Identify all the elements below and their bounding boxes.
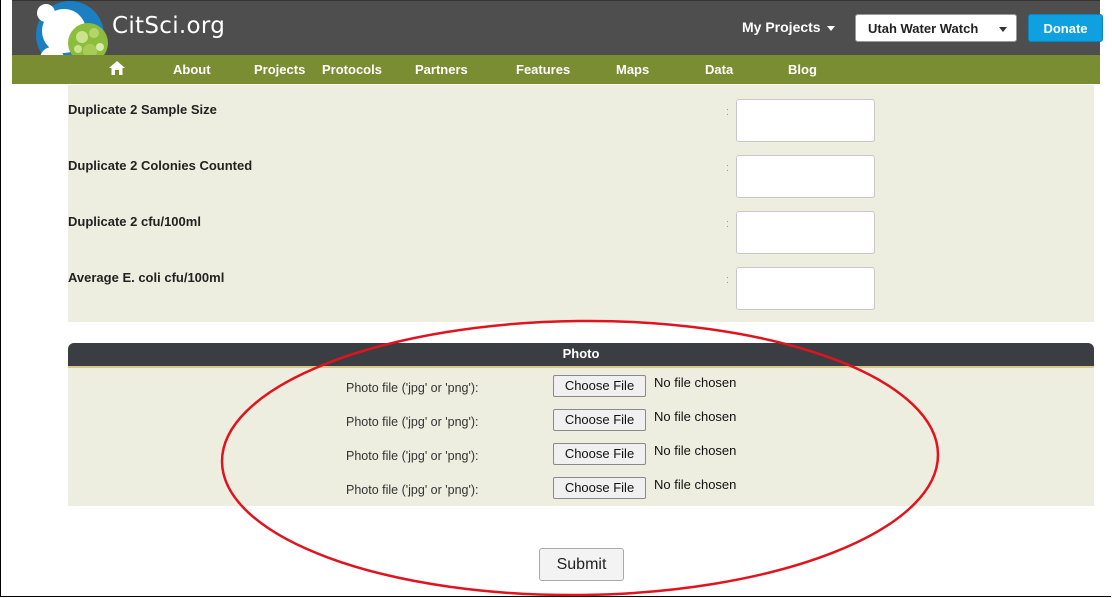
my-projects-label: My Projects: [742, 19, 821, 35]
file-status: No file chosen: [654, 477, 737, 492]
nav-item-features[interactable]: Features: [516, 62, 570, 77]
field-label-duplicate-2-colonies-counted: Duplicate 2 Colonies Counted: [68, 158, 253, 173]
donate-button[interactable]: Donate: [1028, 14, 1103, 42]
photo-file-label: Photo file ('jpg' or 'png'):: [346, 483, 479, 497]
chevron-down-icon: [826, 25, 835, 31]
choose-file-button[interactable]: Choose File: [553, 409, 646, 431]
duplicate-2-sample-size-input[interactable]: [736, 99, 875, 142]
photo-file-label: Photo file ('jpg' or 'png'):: [346, 381, 479, 395]
nav-item-about[interactable]: About: [173, 62, 211, 77]
photo-file-label: Photo file ('jpg' or 'png'):: [346, 449, 479, 463]
project-select-value: Utah Water Watch: [868, 21, 979, 36]
nav-item-maps[interactable]: Maps: [616, 62, 649, 77]
file-status: No file chosen: [654, 443, 737, 458]
average-e-coli-input[interactable]: [736, 267, 875, 310]
field-label-duplicate-2-cfu: Duplicate 2 cfu/100ml: [68, 214, 201, 229]
nav-item-protocols[interactable]: Protocols: [322, 62, 382, 77]
nav-item-blog[interactable]: Blog: [788, 62, 817, 77]
nav-item-partners[interactable]: Partners: [415, 62, 468, 77]
top-header: CitSci.org My Projects Utah Water Watch …: [12, 0, 1103, 71]
field-label-duplicate-2-sample-size: Duplicate 2 Sample Size: [68, 102, 217, 117]
project-select[interactable]: Utah Water Watch: [855, 14, 1017, 42]
duplicate-2-cfu-input[interactable]: [736, 211, 875, 254]
photo-section-header: Photo: [68, 343, 1094, 366]
choose-file-button[interactable]: Choose File: [553, 477, 646, 499]
choose-file-button[interactable]: Choose File: [553, 375, 646, 397]
home-icon[interactable]: [108, 60, 126, 76]
field-separator: :: [726, 162, 730, 174]
field-separator: :: [726, 218, 730, 230]
main-nav: About Projects Protocols Partners Featur…: [12, 55, 1100, 84]
measurement-fields-panel: [68, 85, 1094, 322]
field-label-average-e-coli: Average E. coli cfu/100ml: [68, 270, 225, 285]
my-projects-menu[interactable]: My Projects: [742, 19, 835, 35]
submit-button[interactable]: Submit: [539, 548, 624, 581]
file-status: No file chosen: [654, 409, 737, 424]
nav-item-projects[interactable]: Projects: [254, 62, 305, 77]
file-status: No file chosen: [654, 375, 737, 390]
field-separator: :: [726, 274, 730, 286]
nav-item-data[interactable]: Data: [705, 62, 733, 77]
field-separator: :: [726, 106, 730, 118]
duplicate-2-colonies-counted-input[interactable]: [736, 155, 875, 198]
chevron-down-icon: [999, 27, 1007, 32]
choose-file-button[interactable]: Choose File: [553, 443, 646, 465]
brand-name[interactable]: CitSci.org: [112, 13, 225, 39]
photo-file-label: Photo file ('jpg' or 'png'):: [346, 415, 479, 429]
